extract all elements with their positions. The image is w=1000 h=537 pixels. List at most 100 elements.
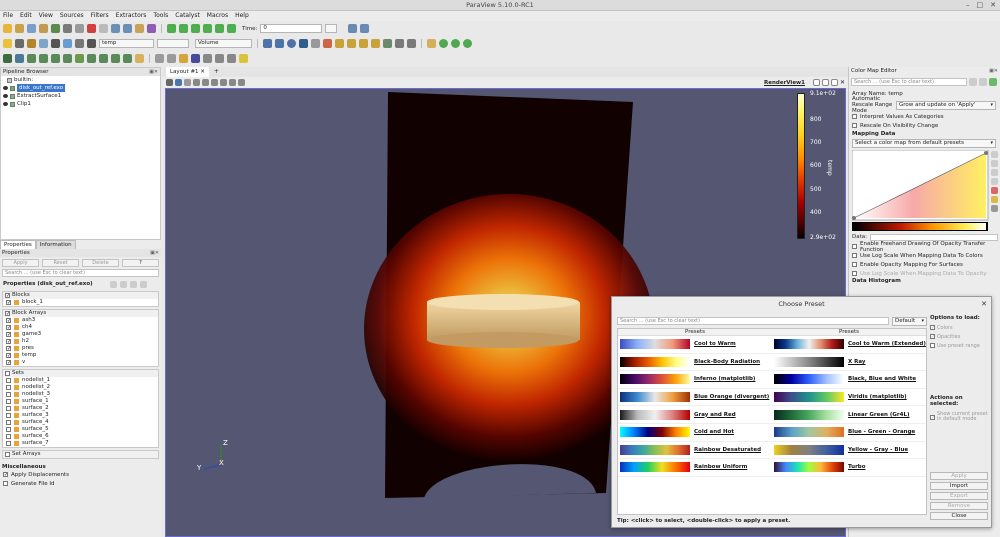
log-scale-opacity-checkbox[interactable] <box>852 271 857 276</box>
opacity-transfer-editor[interactable] <box>852 150 992 232</box>
preset-item[interactable]: Blue - Green - Orange <box>772 424 926 441</box>
lock-icon[interactable] <box>139 280 147 288</box>
time-index-stepper[interactable] <box>325 24 338 33</box>
preset-item[interactable]: Viridis (matplotlib) <box>772 389 926 406</box>
settings-icon[interactable] <box>135 24 144 33</box>
opacity-surfaces-checkbox[interactable] <box>852 262 857 267</box>
panel-float-close-icon[interactable]: ▣✕ <box>149 68 158 76</box>
minimize-button[interactable]: – <box>966 0 970 11</box>
view-plusz-icon[interactable] <box>359 39 368 48</box>
group-icon[interactable] <box>111 54 120 63</box>
save-data-icon[interactable] <box>27 24 36 33</box>
rescale-visibility-checkbox[interactable] <box>852 123 857 128</box>
select-polygon-icon[interactable] <box>211 79 218 86</box>
time-input[interactable]: 0 <box>260 24 323 33</box>
preset-item[interactable]: Cold and Hot <box>618 424 772 441</box>
delete-button[interactable]: Delete <box>82 259 119 267</box>
array-checkbox[interactable]: ✓ <box>6 346 11 352</box>
array-checkbox[interactable]: ✓ <box>6 353 11 359</box>
capture-icon[interactable] <box>184 79 191 86</box>
preset-item[interactable]: Cool to Warm <box>618 336 772 353</box>
rescale-temporal-icon[interactable] <box>75 39 84 48</box>
histogram-icon[interactable] <box>179 54 188 63</box>
paste-icon[interactable] <box>119 280 127 288</box>
preset-item[interactable]: Black-Body Radiation <box>618 354 772 371</box>
block-checkbox[interactable]: ✓ <box>6 300 11 306</box>
array-checkbox[interactable]: ✓ <box>6 360 11 366</box>
stream-tracer-icon[interactable] <box>87 54 96 63</box>
tab-properties[interactable]: Properties <box>0 240 36 249</box>
properties-search-input[interactable]: Search ... (use Esc to clear text) <box>2 269 159 277</box>
axes-grid-icon[interactable] <box>227 54 236 63</box>
redo-icon[interactable] <box>99 24 108 33</box>
save-preset-icon[interactable] <box>991 196 998 203</box>
export-preset-button[interactable]: Export <box>930 492 988 500</box>
python-icon[interactable] <box>147 24 156 33</box>
menu-view[interactable]: View <box>39 11 53 21</box>
menu-catalyst[interactable]: Catalyst <box>175 11 200 21</box>
copy-icon[interactable] <box>109 280 117 288</box>
select-points-icon[interactable] <box>439 39 448 48</box>
last-frame-icon[interactable] <box>215 24 224 33</box>
maximize-view-icon[interactable] <box>830 79 838 86</box>
slice-icon[interactable] <box>39 54 48 63</box>
cmap-lock-icon[interactable] <box>989 78 997 86</box>
connect-icon[interactable] <box>63 24 72 33</box>
color-legend-icon[interactable] <box>3 39 12 48</box>
representation-select[interactable]: Volume <box>195 39 252 48</box>
ruler-icon[interactable] <box>215 54 224 63</box>
preset-item[interactable]: Rainbow Uniform <box>618 459 772 476</box>
rescale-time-icon[interactable] <box>51 39 60 48</box>
cmap-copy-icon[interactable] <box>969 78 977 86</box>
zoom-box-icon[interactable] <box>299 39 308 48</box>
generate-file-id-checkbox[interactable] <box>3 481 8 486</box>
calculator-icon[interactable] <box>3 54 12 63</box>
plot-over-line-icon[interactable] <box>191 54 200 63</box>
preset-item[interactable]: Rainbow Desaturated <box>618 442 772 459</box>
panel-float-close-icon[interactable]: ▣✕ <box>150 249 159 257</box>
first-frame-icon[interactable] <box>167 24 176 33</box>
rescale-range-icon[interactable] <box>991 151 998 158</box>
favorites-icon[interactable] <box>135 54 144 63</box>
array-checkbox[interactable]: ✓ <box>6 325 11 331</box>
close-view-icon[interactable]: ✕ <box>840 79 845 86</box>
preset-filter-select[interactable]: Default ▾ <box>892 317 927 326</box>
previous-frame-icon[interactable] <box>179 24 188 33</box>
apply-preset-button[interactable]: Apply <box>930 472 988 480</box>
load-state-icon[interactable] <box>51 24 60 33</box>
preset-item[interactable]: Blue Orange (divergent) <box>618 389 772 406</box>
view-plusx-icon[interactable] <box>311 39 320 48</box>
array-checkbox[interactable]: ✓ <box>6 339 11 345</box>
advanced-icon[interactable] <box>991 205 998 212</box>
camera-redo-icon[interactable] <box>123 24 132 33</box>
menu-help[interactable]: Help <box>235 11 249 21</box>
visibility-eye-icon[interactable] <box>3 102 8 106</box>
set-checkbox[interactable] <box>6 399 11 404</box>
tab-layout-1[interactable]: Layout #1 ✕ <box>166 67 209 77</box>
extract-level-icon[interactable] <box>123 54 132 63</box>
cmap-reset-icon[interactable] <box>979 78 987 86</box>
zoom-icon[interactable] <box>348 24 358 33</box>
maximize-button[interactable]: □ <box>977 0 984 11</box>
save-state-icon[interactable] <box>39 24 48 33</box>
visibility-eye-icon[interactable] <box>3 86 8 90</box>
hover-icon[interactable] <box>238 79 245 86</box>
invert-icon[interactable] <box>991 178 998 185</box>
color-array-select[interactable]: temp <box>99 39 154 48</box>
apply-displacements-checkbox[interactable]: ✓ <box>3 472 8 478</box>
split-view-icon[interactable] <box>812 79 820 86</box>
close-window-button[interactable]: ✕ <box>990 0 996 11</box>
color-legend-bar[interactable] <box>797 93 805 239</box>
glyph-icon[interactable] <box>75 54 84 63</box>
preset-item[interactable]: Linear Green (Gr4L) <box>772 406 926 423</box>
preset-item[interactable]: Cool to Warm (Extended) <box>772 336 926 353</box>
rescale-custom-icon[interactable] <box>991 160 998 167</box>
menu-sources[interactable]: Sources <box>60 11 84 21</box>
contour-icon[interactable] <box>15 54 24 63</box>
view-2d3d-icon[interactable] <box>175 79 182 86</box>
data-value-input[interactable] <box>870 233 998 241</box>
preset-item[interactable]: Gray and Red <box>618 406 772 423</box>
cmap-search-input[interactable]: Search ... (use Esc to clear text) <box>851 78 967 86</box>
set-checkbox[interactable] <box>6 392 11 397</box>
freehand-checkbox[interactable] <box>852 244 857 249</box>
